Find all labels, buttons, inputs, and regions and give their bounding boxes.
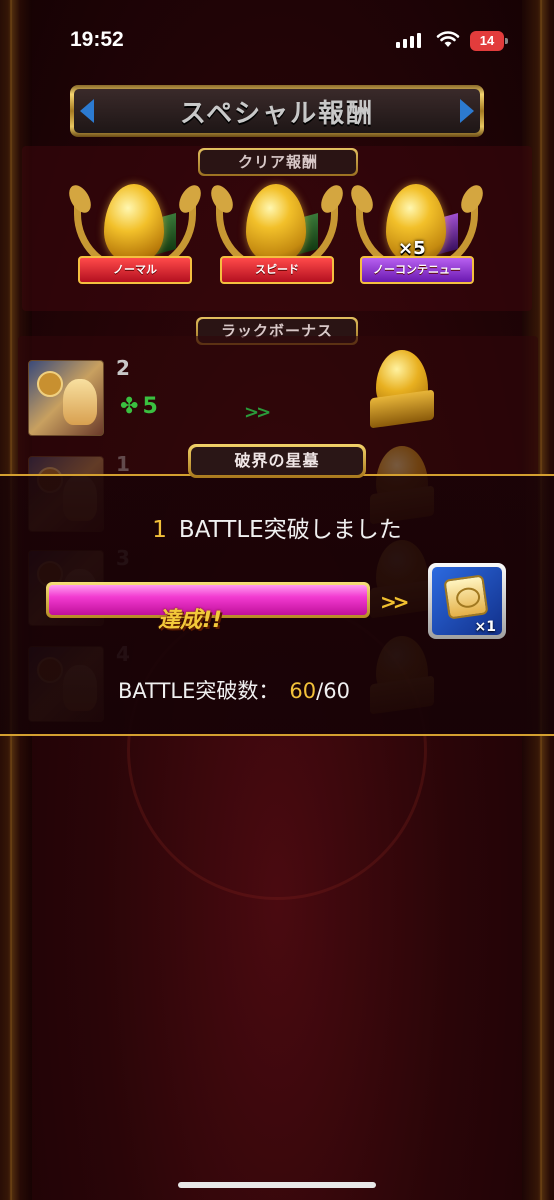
rank-number: 1 (116, 452, 130, 476)
page-title: スペシャル報酬 (179, 98, 375, 129)
reward-ribbon: スピード (220, 256, 334, 284)
signal-icon (396, 32, 421, 48)
wifi-icon (436, 31, 460, 47)
home-indicator[interactable] (178, 1182, 376, 1188)
arrow-icon: >> (244, 402, 271, 423)
reward-ribbon: ノーマル (78, 256, 192, 284)
reward-ribbon: ノーコンテニュー (360, 256, 474, 284)
progress-label: 達成!! (158, 608, 223, 633)
dialog-title-tab: 破界の星墓 (188, 444, 366, 478)
clover-icon: ✤ 5 (120, 394, 158, 419)
battle-count-total: /60 (316, 679, 350, 703)
reward-item[interactable]: ×1 (428, 563, 506, 639)
status-time: 19:52 (70, 28, 124, 51)
treasure-egg-icon (370, 350, 440, 430)
battle-count: BATTLE突破数： 60/60 (118, 675, 350, 705)
dialog-title: 破界の星墓 (191, 447, 363, 475)
rank-number: 2 (116, 356, 130, 380)
luck-value: 5 (142, 394, 158, 419)
luck-row: 2 ✤ 5 >> (28, 350, 528, 440)
battle-cleared-message: 1 BATTLE突破しました (0, 510, 554, 544)
clear-rewards-label: クリア報酬 (198, 148, 358, 176)
arrow-icon: >> (380, 590, 409, 614)
reward-no-continue[interactable]: ×5 ノーコンテニュー (352, 180, 482, 310)
character-avatar[interactable] (28, 360, 104, 436)
battle-count-label: BATTLE突破数： (118, 679, 280, 703)
item-quantity: ×1 (474, 619, 496, 635)
battery-icon: 14 (470, 31, 508, 51)
battle-number: 1 (152, 517, 167, 543)
scroll-icon (443, 574, 489, 620)
title-banner: スペシャル報酬 (70, 85, 484, 137)
battle-cleared-text: BATTLE突破しました (178, 517, 402, 543)
reward-speed[interactable]: スピード (212, 180, 342, 310)
reward-normal[interactable]: ノーマル (70, 180, 200, 310)
game-screen: 19:52 14 スペシャル報酬 クリア報酬 ノーマル スピード ×5 ノーコン… (0, 0, 554, 1200)
status-bar: 19:52 14 (0, 0, 554, 80)
battle-count-current: 60 (289, 679, 317, 703)
